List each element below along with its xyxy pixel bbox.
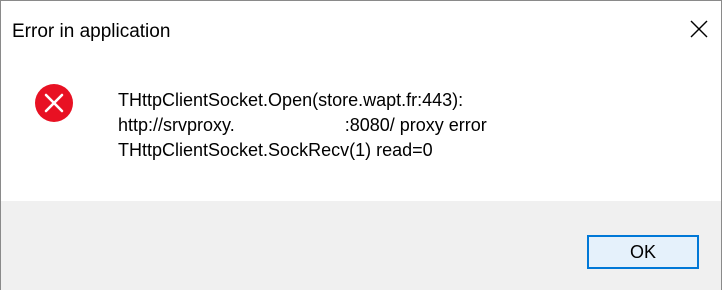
error-message: THttpClientSocket.Open(store.wapt.fr:443… bbox=[118, 88, 487, 163]
message-area: THttpClientSocket.Open(store.wapt.fr:443… bbox=[1, 63, 721, 201]
error-icon bbox=[35, 84, 73, 122]
message-line: http://srvproxy. :8080/ proxy error bbox=[118, 115, 487, 135]
message-line: THttpClientSocket.SockRecv(1) read=0 bbox=[118, 140, 433, 160]
error-dialog: Error in application THttpClientSocket.O… bbox=[0, 0, 722, 290]
message-line: THttpClientSocket.Open(store.wapt.fr:443… bbox=[118, 90, 464, 110]
window-title: Error in application bbox=[12, 21, 171, 42]
button-bar: OK bbox=[1, 201, 721, 290]
close-icon bbox=[690, 20, 708, 38]
ok-button[interactable]: OK bbox=[587, 235, 699, 269]
title-bar: Error in application bbox=[1, 1, 721, 63]
close-button[interactable] bbox=[677, 7, 721, 51]
